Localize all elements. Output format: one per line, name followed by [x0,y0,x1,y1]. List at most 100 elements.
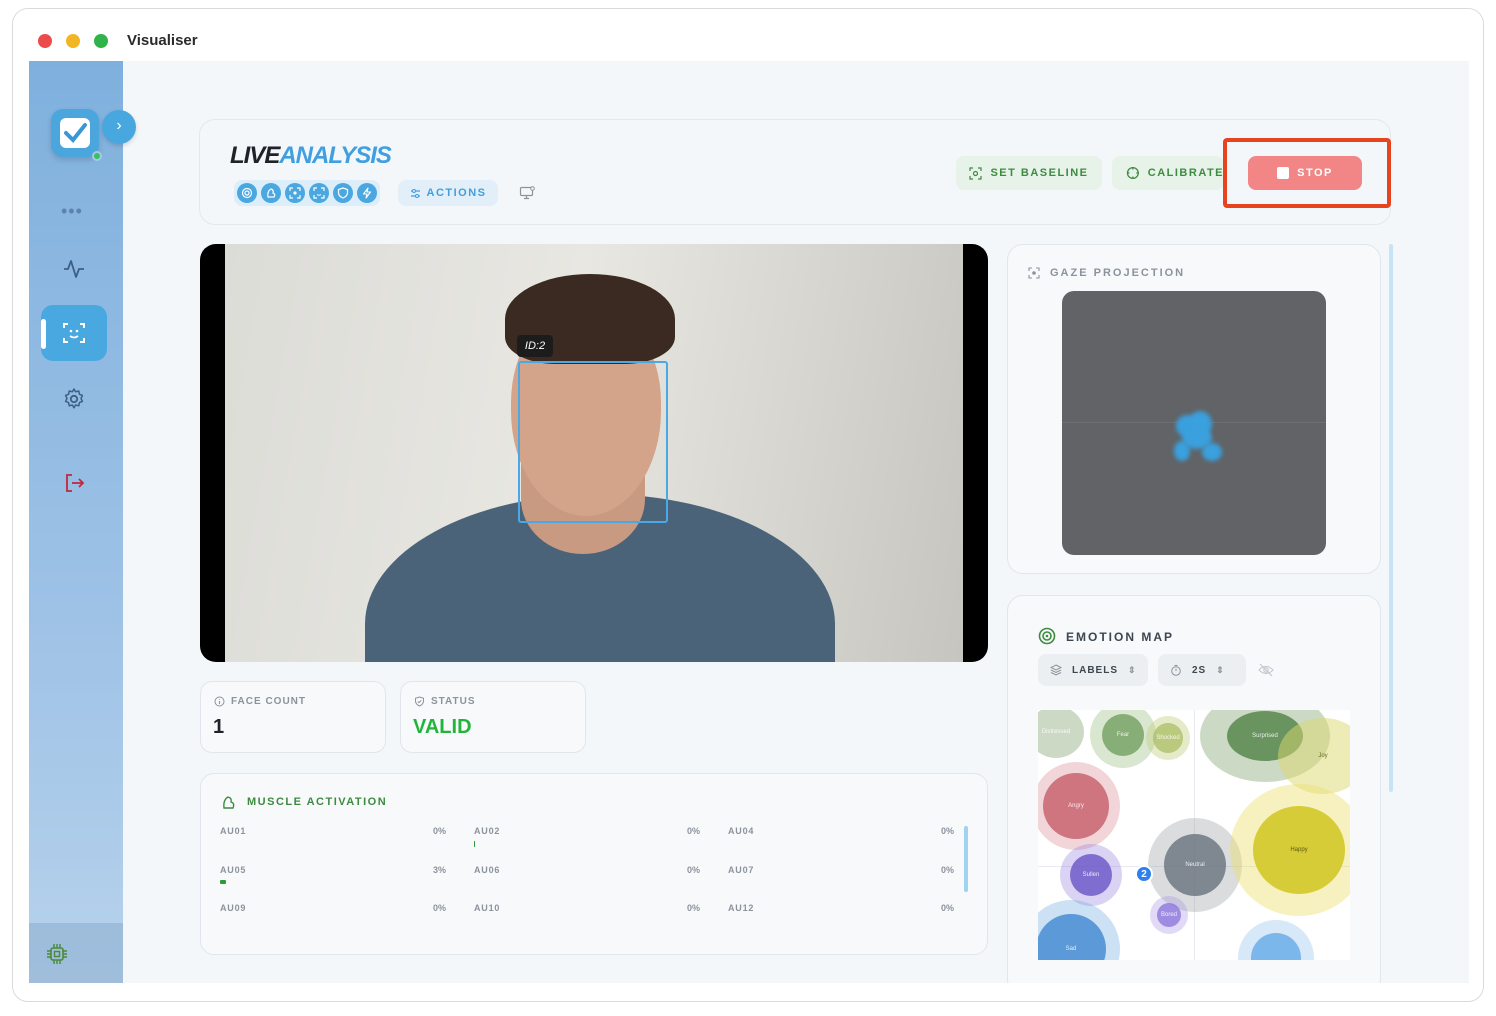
labels-toggle[interactable]: LABELS ⇕ [1038,654,1148,686]
page-title: LIVEANALYSIS [230,142,392,170]
emotion-label: Surprised [1252,733,1278,739]
current-emotion-marker: 2 [1135,865,1153,883]
video-feed: ID:2 [200,244,988,662]
sidebar-item-logout[interactable] [41,455,107,511]
lightning-mode-icon[interactable] [357,183,377,203]
app-window: Visualiser › ••• LIVEANALYSIS ACTIONS SE… [12,8,1484,1002]
emotion-label: Angry [1068,803,1084,809]
logout-icon [66,474,85,492]
muscle-scrollbar[interactable] [964,826,968,892]
emotion-label: Fear [1116,732,1130,738]
info-icon [214,696,225,707]
zoom-window-button[interactable] [94,34,108,48]
action-unit-bar [220,880,226,884]
emotion-bubble-sad: Sad [1038,900,1120,960]
emotion-label: Bored [1160,912,1177,918]
calibrate-button[interactable]: CALIBRATE [1112,156,1224,190]
sort-arrows-icon: ⇕ [1216,664,1225,675]
shield-check-icon [415,696,424,707]
action-unit-value: 3% [432,865,446,875]
chip-icon[interactable] [46,943,68,965]
interval-value: 2S [1192,664,1207,676]
face-scan-mode-icon[interactable] [309,183,329,203]
action-unit-value: 0% [686,903,700,913]
emotion-bubble-calm [1238,920,1314,960]
emotion-map-title: EMOTION MAP [1066,630,1174,644]
emotion-core: Fear [1102,714,1144,756]
status-value: VALID [413,716,472,738]
face-id-tag: ID:2 [517,335,553,357]
calibrate-label: CALIBRATE [1147,167,1224,179]
emotion-bubble-happy: Happy [1230,784,1350,916]
interval-select[interactable]: 2S ⇕ [1158,654,1246,686]
emotion-core: Neutral [1164,834,1226,896]
target-icon [1038,627,1056,645]
timer-icon [1171,665,1181,676]
face-count-value: 1 [213,716,225,738]
action-unit-value: 0% [940,826,954,836]
window-title: Visualiser [127,32,198,49]
expand-sidebar-button[interactable]: › [102,110,136,144]
set-baseline-button[interactable]: SET BASELINE [956,156,1102,190]
emotion-label: Happy [1290,847,1308,853]
gaze-blob [1174,441,1190,461]
sidebar-item-face-analysis[interactable] [41,305,107,361]
gaze-focus-icon [1028,267,1040,279]
emotion-bubble-sullen: Sullen [1060,844,1122,906]
minimize-window-button[interactable] [66,34,80,48]
more-icon[interactable]: ••• [61,201,83,222]
chevron-right-icon: › [116,117,122,134]
emotion-label: Shocked [1156,735,1180,741]
emotion-label: Sullen [1082,872,1100,878]
layers-icon [1050,664,1062,676]
activity-icon [64,260,84,278]
gaze-projection-card: GAZE PROJECTION [1007,244,1381,574]
muscle-activation-card: MUSCLE ACTIVATION AU01 0% AU02 0% AU04 0% AU05… [200,773,988,955]
emotion-bubble-distressed: Distressed [1038,710,1084,758]
action-unit-value: 0% [432,903,446,913]
page-title-live: LIVE [230,142,280,169]
emotion-bubble-shocked: Shocked [1146,716,1190,760]
app-logo [51,109,99,157]
sidebar-item-activity[interactable] [41,241,107,297]
emotion-map-card: EMOTION MAP LABELS ⇕ 2S ⇕ Distressed Fea… [1007,595,1381,983]
set-baseline-label: SET BASELINE [990,167,1089,179]
action-unit-value: 0% [940,903,954,913]
shield-mode-icon[interactable] [333,183,353,203]
emotion-core: Happy [1253,806,1345,894]
sliders-icon [410,188,420,198]
action-unit-label: AU01 [220,826,247,836]
sidebar-item-settings[interactable] [41,371,107,427]
page-title-analysis: ANALYSIS [279,142,392,169]
sort-arrows-icon: ⇕ [1128,664,1137,675]
labels-toggle-label: LABELS [1072,664,1118,676]
face-focus-icon [969,166,983,180]
action-unit-value: 0% [940,865,954,875]
sidebar-footer [29,923,123,983]
action-unit-label: AU12 [728,903,755,913]
gaze-mode-icon[interactable] [285,183,305,203]
emotion-label: Joy [1318,753,1328,759]
actions-button[interactable]: ACTIONS [398,180,498,206]
close-window-button[interactable] [38,34,52,48]
online-status-dot [92,151,102,161]
action-unit-label: AU07 [728,865,755,875]
face-scan-icon [63,323,85,343]
muscle-activation-title: MUSCLE ACTIVATION [247,796,388,808]
muscle-mode-icon[interactable] [261,183,281,203]
action-unit-bar [474,841,475,847]
right-column-scrollbar[interactable] [1389,244,1393,792]
action-unit-label: AU02 [474,826,501,836]
screen-share-button[interactable] [514,180,540,206]
emotion-bubble-joy: Joy [1278,718,1350,794]
emotion-core: Bored [1157,903,1181,927]
emotion-core: Sullen [1070,854,1112,896]
emotion-core [1251,933,1301,960]
action-unit-value: 0% [432,826,446,836]
emotion-label: Neutral [1185,862,1205,868]
target-mode-icon[interactable] [237,183,257,203]
eye-off-icon[interactable] [1258,663,1274,677]
actions-label: ACTIONS [426,187,487,199]
action-unit-label: AU05 [220,865,247,875]
camera-frame: ID:2 [225,244,963,662]
